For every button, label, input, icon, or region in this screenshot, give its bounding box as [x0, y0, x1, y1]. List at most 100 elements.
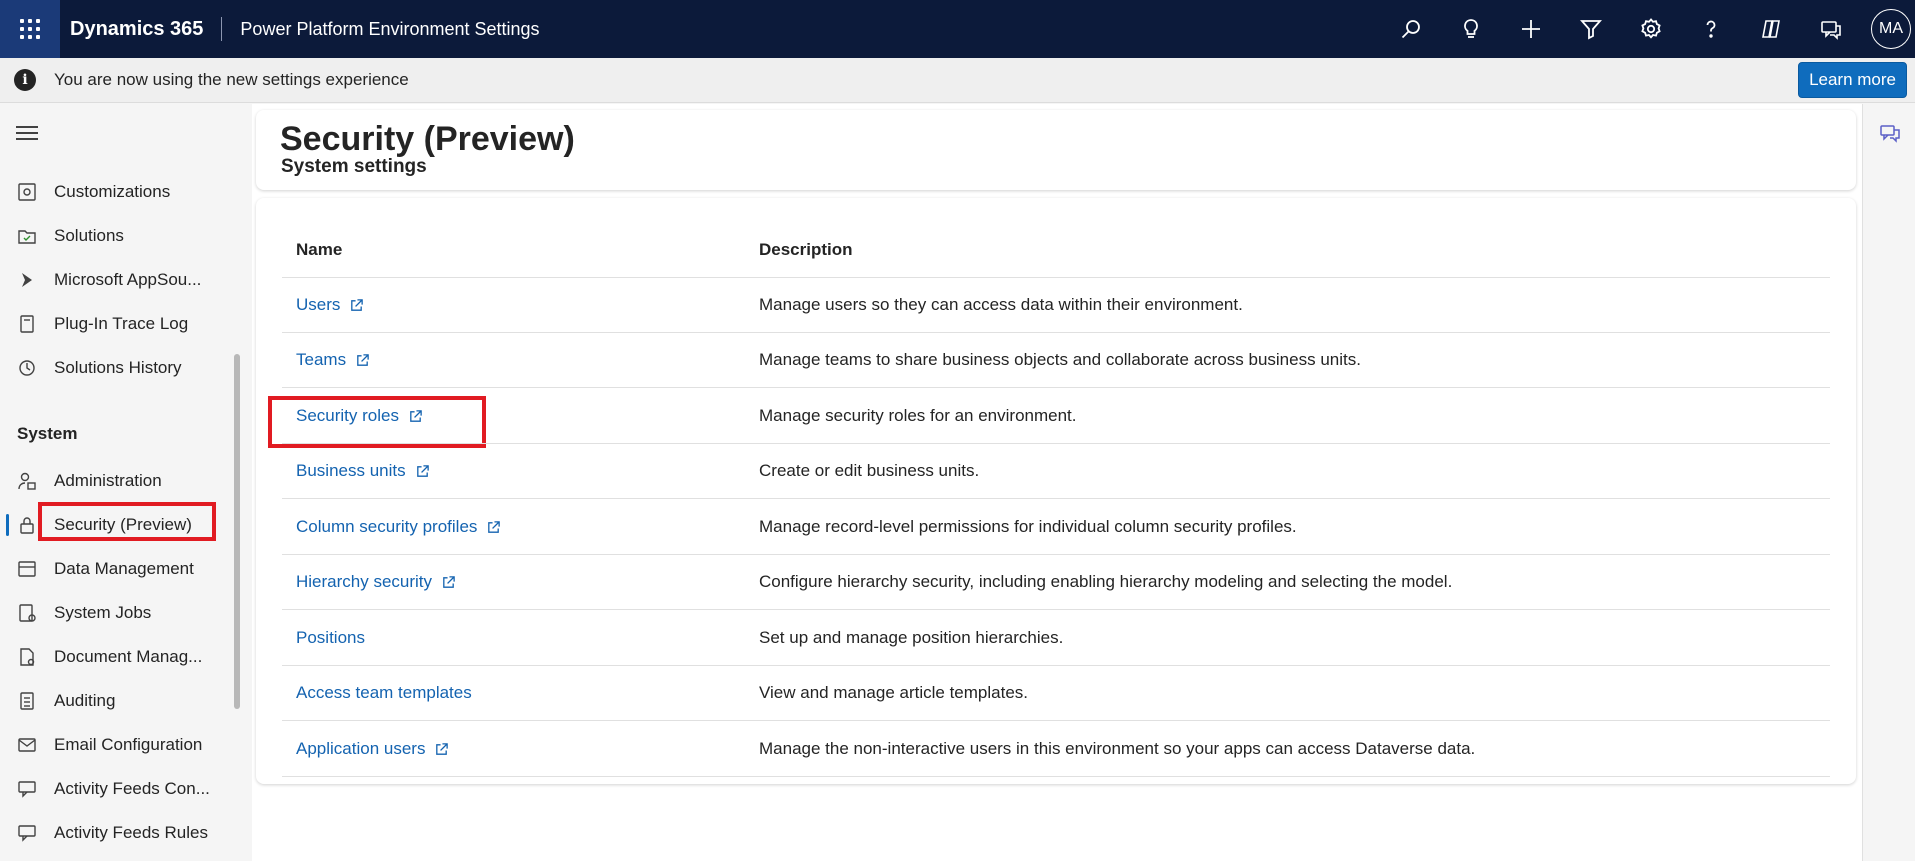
help-icon[interactable] — [1681, 0, 1741, 58]
sidebar-item-data-management[interactable]: Data Management — [0, 549, 240, 589]
link-teams[interactable]: Teams — [296, 350, 370, 370]
sidebar-item-label: Microsoft AppSou... — [54, 270, 202, 289]
copilot-icon[interactable] — [1741, 0, 1801, 58]
sidebar-item-appsource[interactable]: Microsoft AppSou... — [0, 260, 240, 300]
link-hierarchy-security[interactable]: Hierarchy security — [296, 572, 456, 592]
external-link-icon — [488, 520, 501, 533]
highlight-box-security — [38, 502, 216, 541]
row-divider — [282, 776, 1830, 777]
sidebar-item-label: Activity Feeds Rules — [54, 823, 208, 842]
sidebar-item-label: Plug-In Trace Log — [54, 314, 189, 333]
notice-bar: i You are now using the new settings exp… — [0, 58, 1915, 103]
sidebar-item-label: Customizations — [54, 182, 171, 201]
sidebar-scrollbar[interactable] — [234, 354, 240, 709]
row-description: Set up and manage position hierarchies. — [759, 628, 1064, 647]
feedback-icon[interactable] — [1801, 0, 1861, 58]
app-name[interactable]: Dynamics 365 — [70, 18, 203, 41]
external-link-icon — [443, 575, 455, 588]
history-icon — [16, 357, 38, 379]
external-link-icon — [357, 353, 369, 366]
jobs-icon — [16, 602, 38, 624]
header-divider — [221, 17, 223, 41]
sidebar-item-auditing[interactable]: Auditing — [0, 681, 240, 721]
link-application-users[interactable]: Application users — [296, 739, 449, 759]
row-description: Manage the non-interactive users in this… — [759, 739, 1476, 758]
highlight-box-security-roles — [268, 396, 486, 448]
info-icon: i — [14, 69, 36, 91]
row-divider — [282, 387, 1830, 388]
sidebar-item-label: Data Management — [54, 559, 194, 578]
appsource-icon — [16, 269, 38, 291]
filter-icon[interactable] — [1561, 0, 1621, 58]
row-divider — [282, 498, 1830, 499]
external-link-icon — [416, 464, 429, 477]
hamburger-menu-icon[interactable] — [16, 126, 38, 144]
page-header: Security (Preview) System settings — [256, 110, 1856, 190]
sidebar-item-activity-feeds-configuration[interactable]: Activity Feeds Con... — [0, 769, 240, 809]
feeds-rules-icon — [16, 822, 38, 844]
header-divider — [282, 277, 1830, 278]
sidebar-item-plugin-trace-log[interactable]: Plug-In Trace Log — [0, 304, 240, 344]
sidebar-item-email-configuration[interactable]: Email Configuration — [0, 725, 240, 765]
row-divider — [282, 332, 1830, 333]
lock-icon — [16, 514, 38, 536]
row-description: View and manage article templates. — [759, 683, 1029, 702]
sidebar-section-system: System — [17, 424, 78, 443]
sidebar-item-label: Administration — [54, 471, 162, 490]
row-divider — [282, 554, 1830, 555]
page-subtitle: System settings — [281, 156, 427, 177]
sidebar-item-solutions[interactable]: Solutions — [0, 216, 240, 256]
sidebar: Customizations Solutions Microsoft AppSo… — [0, 104, 248, 861]
row-divider — [282, 443, 1830, 444]
link-positions[interactable]: Positions — [296, 628, 365, 648]
row-description: Manage security roles for an environment… — [759, 406, 1077, 425]
chat-icon[interactable] — [1879, 122, 1901, 144]
sidebar-item-administration[interactable]: Administration — [0, 461, 240, 501]
sidebar-item-label: Solutions — [54, 226, 124, 245]
page-title: Security (Preview) — [280, 120, 575, 158]
notice-text: You are now using the new settings exper… — [54, 70, 409, 89]
link-business-units[interactable]: Business units — [296, 461, 430, 481]
learn-more-button[interactable]: Learn more — [1798, 62, 1907, 98]
admin-icon — [16, 470, 38, 492]
row-description: Manage teams to share business objects a… — [759, 350, 1361, 369]
link-column-security-profiles[interactable]: Column security profiles — [296, 517, 501, 537]
feeds-icon — [16, 778, 38, 800]
external-link-icon — [436, 742, 449, 755]
lightbulb-icon[interactable] — [1441, 0, 1501, 58]
row-description: Manage users so they can access data wit… — [759, 295, 1243, 314]
sidebar-item-document-management[interactable]: Document Manag... — [0, 637, 240, 677]
link-access-team-templates[interactable]: Access team templates — [296, 683, 472, 703]
row-description: Manage record-level permissions for indi… — [759, 517, 1297, 536]
search-icon[interactable] — [1381, 0, 1441, 58]
mail-icon — [16, 734, 38, 756]
column-header-description: Description — [759, 240, 853, 259]
top-bar: Dynamics 365 Power Platform Environment … — [0, 0, 1915, 58]
sidebar-item-activity-feeds-rules[interactable]: Activity Feeds Rules — [0, 813, 240, 853]
solutions-icon — [16, 225, 38, 247]
external-link-icon — [351, 298, 364, 311]
document-icon — [16, 646, 38, 668]
app-launcher-icon[interactable] — [0, 0, 60, 58]
sidebar-item-customizations[interactable]: Customizations — [0, 172, 240, 212]
puzzle-icon — [16, 181, 38, 203]
data-icon — [16, 558, 38, 580]
environment-name: Power Platform Environment Settings — [240, 18, 540, 39]
plus-icon[interactable] — [1501, 0, 1561, 58]
link-users[interactable]: Users — [296, 295, 364, 315]
row-divider — [282, 609, 1830, 610]
row-divider — [282, 665, 1830, 666]
trace-log-icon — [16, 313, 38, 335]
sidebar-item-label: Activity Feeds Con... — [54, 779, 210, 798]
row-divider — [282, 720, 1830, 721]
column-header-name: Name — [296, 240, 343, 259]
sidebar-item-label: Document Manag... — [54, 647, 203, 666]
settings-icon[interactable] — [1621, 0, 1681, 58]
sidebar-item-label: Solutions History — [54, 358, 182, 377]
sidebar-item-system-jobs[interactable]: System Jobs — [0, 593, 240, 633]
audit-icon — [16, 690, 38, 712]
sidebar-item-label: Email Configuration — [54, 735, 203, 754]
security-settings-table: Name Description Users Manage users so t… — [256, 198, 1856, 784]
avatar[interactable]: MA — [1871, 9, 1911, 49]
sidebar-item-solutions-history[interactable]: Solutions History — [0, 348, 240, 388]
